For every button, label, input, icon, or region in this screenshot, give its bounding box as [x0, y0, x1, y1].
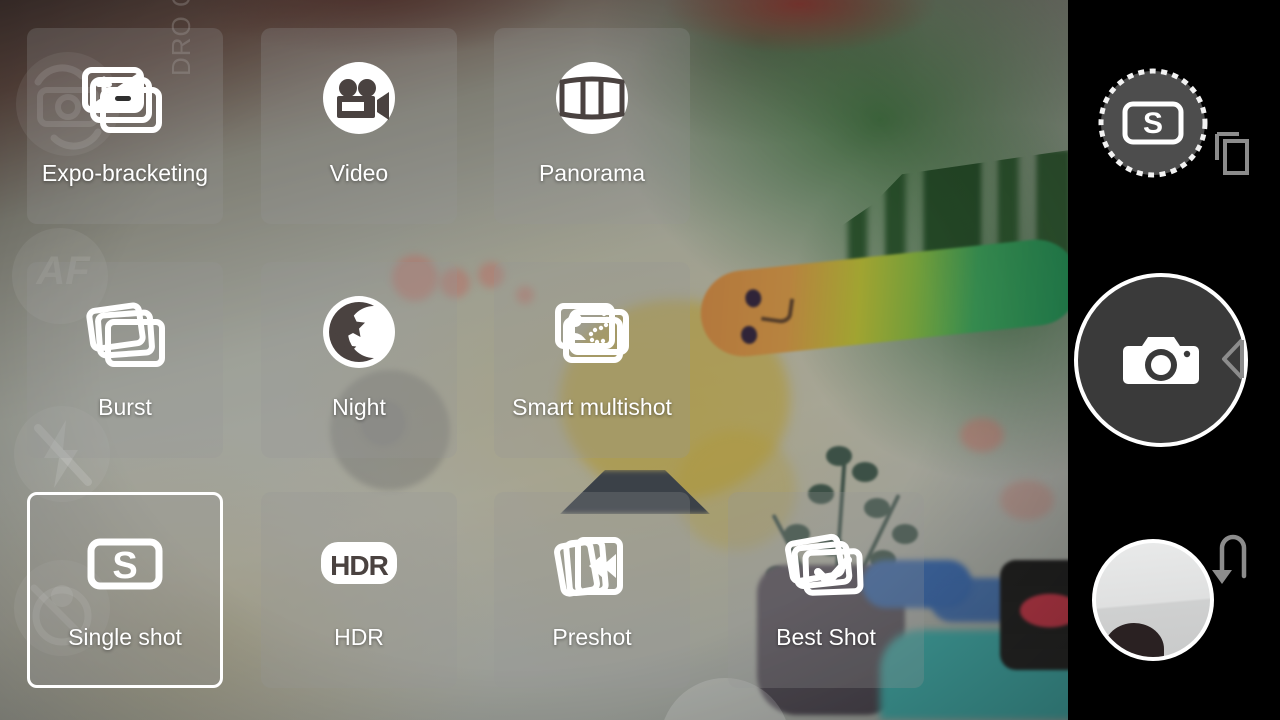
mode-tile-single-shot[interactable]: S Single shot: [27, 492, 223, 688]
mode-tile-smart-multishot[interactable]: Smart multishot: [494, 262, 690, 458]
video-camera-icon: [313, 58, 405, 150]
best-shot-check-icon: [780, 522, 872, 614]
hdr-badge-icon: HDR: [313, 522, 405, 614]
mode-badge-letter: S: [1143, 107, 1163, 140]
recent-apps-icon: [1215, 132, 1249, 175]
camera-shutter-icon: [1123, 337, 1199, 384]
mode-tile-label: Burst: [98, 394, 152, 420]
mode-tile-label: Smart multishot: [512, 394, 672, 420]
mode-tile-label: Expo-bracketing: [41, 160, 209, 186]
mode-tile-best-shot[interactable]: Best Shot: [728, 492, 924, 688]
shooting-mode-grid: Expo-bracketing Video Panorama Burst Nig…: [0, 0, 1068, 720]
camera-control-rail: S: [1068, 0, 1280, 720]
recent-apps-button[interactable]: [1202, 122, 1264, 184]
burst-stack-icon: [79, 292, 171, 384]
mode-tile-night[interactable]: Night: [261, 262, 457, 458]
mode-tile-label: Preshot: [552, 624, 632, 650]
smart-multishot-icon: [546, 292, 638, 384]
preshot-rewind-icon: [546, 522, 638, 614]
mode-tile-preshot[interactable]: Preshot: [494, 492, 690, 688]
mode-tile-video[interactable]: Video: [261, 28, 457, 224]
mode-tile-label: Night: [332, 394, 386, 420]
mode-tile-label: HDR: [334, 624, 384, 650]
back-arrow-icon: [1222, 338, 1244, 380]
current-mode-badge[interactable]: S: [1092, 62, 1214, 184]
mode-tile-burst[interactable]: Burst: [27, 262, 223, 458]
night-moon-icon: [313, 292, 405, 384]
mode-tile-label: Panorama: [538, 160, 646, 186]
return-home-icon: [1212, 534, 1247, 584]
svg-text:HDR: HDR: [330, 550, 388, 581]
last-photo-thumbnail[interactable]: [1092, 539, 1214, 661]
mode-tile-panorama[interactable]: Panorama: [494, 28, 690, 224]
camera-app-screen: DRO On AF Expo-bracketing Video Panorama…: [0, 0, 1280, 720]
mode-tile-expo-bracketing[interactable]: Expo-bracketing: [27, 28, 223, 224]
home-button[interactable]: [1202, 530, 1264, 592]
single-shot-s-icon: S: [79, 522, 171, 614]
mode-tile-hdr[interactable]: HDR HDR: [261, 492, 457, 688]
svg-text:S: S: [112, 545, 137, 587]
mode-tile-label: Video: [329, 160, 389, 186]
viewfinder-preview[interactable]: DRO On AF Expo-bracketing Video Panorama…: [0, 0, 1068, 720]
thumbnail-subject: [1104, 623, 1164, 657]
mode-tile-label: Single shot: [68, 624, 182, 650]
expo-bracketing-icon: [79, 58, 171, 150]
back-button[interactable]: [1202, 328, 1264, 390]
mode-tile-label: Best Shot: [776, 624, 876, 650]
panorama-icon: [546, 58, 638, 150]
